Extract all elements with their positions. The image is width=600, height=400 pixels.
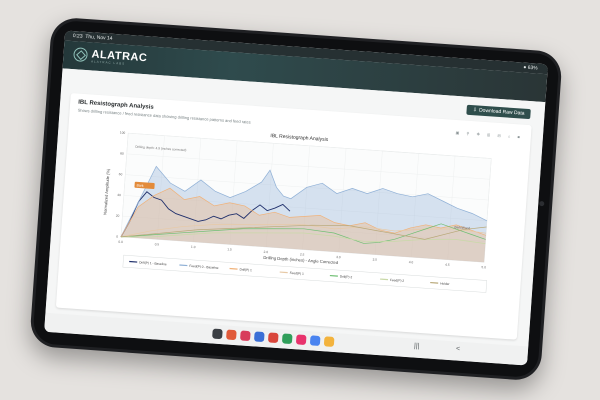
x-tick-label: 4.5: [445, 263, 450, 267]
x-tick-label: 2.5: [300, 252, 305, 256]
resistograph-chart[interactable]: IBL Resistograph Analysis 0.0 0.5 1.0 1.5 2.…: [60, 115, 526, 336]
main-content: ⇩ Download Raw Data IBL Resistograph Anal…: [45, 68, 546, 347]
download-icon: ⇩: [472, 107, 478, 114]
wifi-icon: ●: [523, 64, 527, 71]
apps-grid-icon[interactable]: [212, 328, 223, 340]
zoom-in-tool-icon[interactable]: ⊞: [487, 132, 494, 137]
camera-tool-icon[interactable]: ▣: [455, 130, 462, 135]
logo-icon: [73, 47, 89, 63]
y-tick-label: 60: [119, 172, 123, 176]
y-axis-label: Normalized Amplitude (%): [102, 168, 110, 215]
pan-tool-icon[interactable]: ✥: [476, 131, 483, 136]
chart-svg[interactable]: IBL Resistograph Analysis 0.0 0.5 1.0 1.5 2.…: [60, 115, 526, 336]
legend-swatch: [179, 264, 188, 267]
status-date: Thu, Nov 14: [85, 33, 113, 42]
x-tick-label: 5.0: [481, 265, 486, 269]
legend-swatch: [329, 274, 338, 277]
x-tick-label: 0.5: [155, 242, 160, 246]
legend-swatch: [129, 260, 138, 263]
legend-label: Drill(P) 2: [340, 274, 353, 279]
x-tick-label: 3.5: [372, 257, 377, 261]
recent-apps-button[interactable]: |||: [414, 343, 420, 350]
plot-toolbar: ▣ ⚲ ✥ ⊞ ⊟ ⌂ ■: [455, 130, 523, 140]
download-raw-data-button[interactable]: ⇩ Download Raw Data: [466, 104, 531, 120]
x-tick-label: 1.0: [191, 245, 196, 249]
app-dock: [212, 328, 335, 347]
y-tick-label: 100: [120, 131, 126, 135]
status-battery: 63%: [527, 64, 538, 72]
back-button[interactable]: <: [456, 346, 461, 353]
legend-label: Drill(P) 1: [239, 267, 252, 272]
y-tick-label: 40: [117, 193, 121, 197]
app-icon-4[interactable]: [267, 332, 279, 344]
x-tick-label: 3.0: [336, 255, 341, 259]
legend-swatch: [380, 278, 389, 281]
x-tick-label: 2.0: [263, 250, 268, 254]
status-right: ● 63%: [523, 65, 538, 72]
analysis-card: IBL Resistograph Analysis Shows drilling…: [55, 93, 532, 340]
y-tick-label: 20: [116, 214, 120, 218]
y-tick-label: 80: [120, 151, 124, 155]
app-icon-3[interactable]: [253, 331, 265, 343]
app-logo[interactable]: ALATRAC ALATRAC LABS: [73, 47, 148, 66]
x-tick-label: 4.0: [409, 260, 414, 264]
chart-title: IBL Resistograph Analysis: [270, 133, 329, 143]
zoom-out-tool-icon[interactable]: ⊟: [497, 133, 504, 138]
drive-icon[interactable]: [323, 336, 335, 347]
legend-label: Holder: [440, 281, 451, 286]
x-tick-label: 1.5: [227, 247, 232, 251]
legend-swatch: [279, 271, 288, 274]
app-icon-2[interactable]: [239, 330, 251, 342]
chrome-icon[interactable]: [281, 333, 293, 345]
legend-swatch: [229, 267, 238, 270]
download-button-label: Download Raw Data: [478, 107, 525, 117]
x-tick-label: 0.0: [118, 240, 123, 244]
y-tick-label: 0: [116, 235, 118, 239]
reset-tool-icon[interactable]: ⌂: [508, 134, 514, 139]
app-icon-6[interactable]: [295, 334, 307, 346]
zoom-tool-icon[interactable]: ⚲: [466, 131, 472, 136]
legend-swatch: [430, 281, 439, 284]
app-icon-7[interactable]: [309, 335, 321, 347]
plot-logo-icon[interactable]: ■: [517, 134, 523, 139]
tablet-device: 0:23 Thu, Nov 14 ● 63% ALATRAC ALATRAC L…: [29, 16, 563, 382]
chart-annotation-bark: Bark: [136, 183, 144, 187]
status-time: 0:23: [72, 33, 83, 40]
app-icon-1[interactable]: [226, 329, 237, 341]
tablet-screen: 0:23 Thu, Nov 14 ● 63% ALATRAC ALATRAC L…: [44, 30, 549, 366]
